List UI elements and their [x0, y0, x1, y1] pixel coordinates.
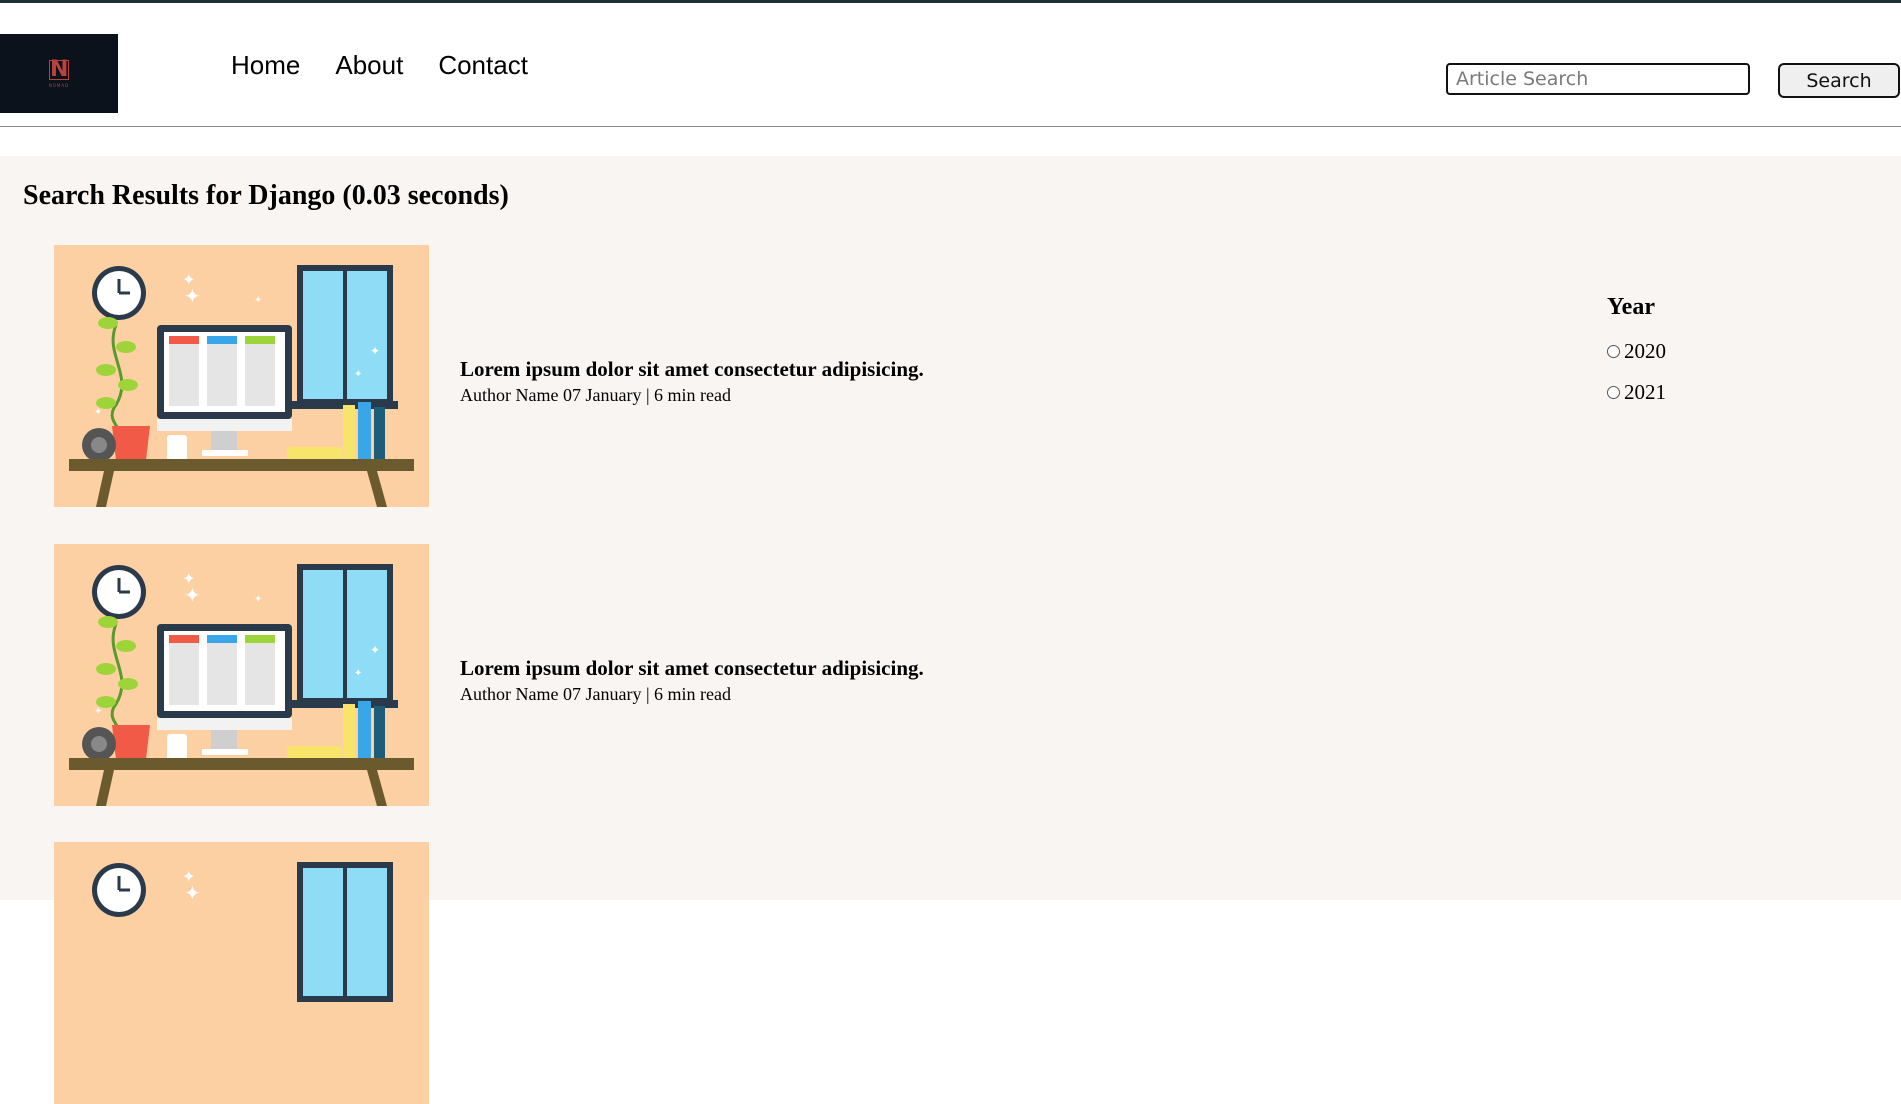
svg-text:✦: ✦ [254, 594, 262, 605]
svg-text:✦: ✦ [184, 883, 201, 905]
result-text: Lorem ipsum dolor sit amet consectetur a… [460, 357, 924, 406]
logo-icon: N [49, 56, 69, 82]
logo-text: NOMAD [48, 82, 70, 88]
result-title[interactable]: Lorem ipsum dolor sit amet consectetur a… [460, 656, 924, 681]
svg-text:✦: ✦ [370, 344, 380, 358]
desk-illustration[interactable]: ✦ ✦ ✦ ✦ ✦ ✦ [54, 544, 429, 806]
result-meta: Author Name 07 January | 6 min read [460, 385, 732, 405]
site-header: N NOMAD Home About Contact Search [0, 3, 1901, 126]
filter-title: Year [1607, 294, 1655, 320]
radio-2020[interactable] [1607, 345, 1620, 358]
main-nav: Home About Contact [231, 50, 528, 81]
year-filter: Year 2020 2021 [1607, 294, 1666, 413]
year-option-2021[interactable]: 2021 [1607, 372, 1666, 413]
svg-text:✦: ✦ [354, 369, 362, 380]
main-content: Search Results for Django (0.03 seconds)… [0, 156, 1901, 1104]
result-item: ✦ ✦ [54, 842, 1054, 1104]
radio-2021[interactable] [1607, 386, 1620, 399]
svg-text:✦: ✦ [94, 407, 102, 418]
nav-about[interactable]: About [335, 50, 403, 81]
header-divider [0, 126, 1901, 127]
result-item: ✦ ✦ ✦ ✦ ✦ ✦ Lorem ipsum dolor sit amet c… [54, 245, 1054, 507]
svg-text:✦: ✦ [184, 585, 201, 607]
desk-illustration[interactable]: ✦ ✦ [54, 842, 429, 1104]
result-item: ✦ ✦ ✦ ✦ ✦ ✦ Lorem ipsum dolor sit amet c… [54, 544, 1054, 806]
svg-text:✦: ✦ [94, 706, 102, 717]
result-title[interactable]: Lorem ipsum dolor sit amet consectetur a… [460, 357, 924, 382]
nav-home[interactable]: Home [231, 50, 300, 81]
desk-illustration[interactable]: ✦ ✦ ✦ ✦ ✦ ✦ [54, 245, 429, 507]
nav-contact[interactable]: Contact [438, 50, 528, 81]
search-button[interactable]: Search [1778, 63, 1900, 98]
logo[interactable]: N NOMAD [0, 34, 118, 113]
article-search-input[interactable] [1446, 63, 1750, 95]
results-heading: Search Results for Django (0.03 seconds) [23, 180, 509, 211]
result-meta: Author Name 07 January | 6 min read [460, 684, 732, 704]
svg-text:✦: ✦ [184, 286, 201, 308]
year-label: 2020 [1624, 339, 1666, 363]
result-text: Lorem ipsum dolor sit amet consectetur a… [460, 656, 924, 705]
svg-text:✦: ✦ [370, 643, 380, 657]
svg-text:✦: ✦ [354, 668, 362, 679]
year-option-2020[interactable]: 2020 [1607, 331, 1666, 372]
year-label: 2021 [1624, 380, 1666, 404]
svg-text:✦: ✦ [254, 295, 262, 306]
